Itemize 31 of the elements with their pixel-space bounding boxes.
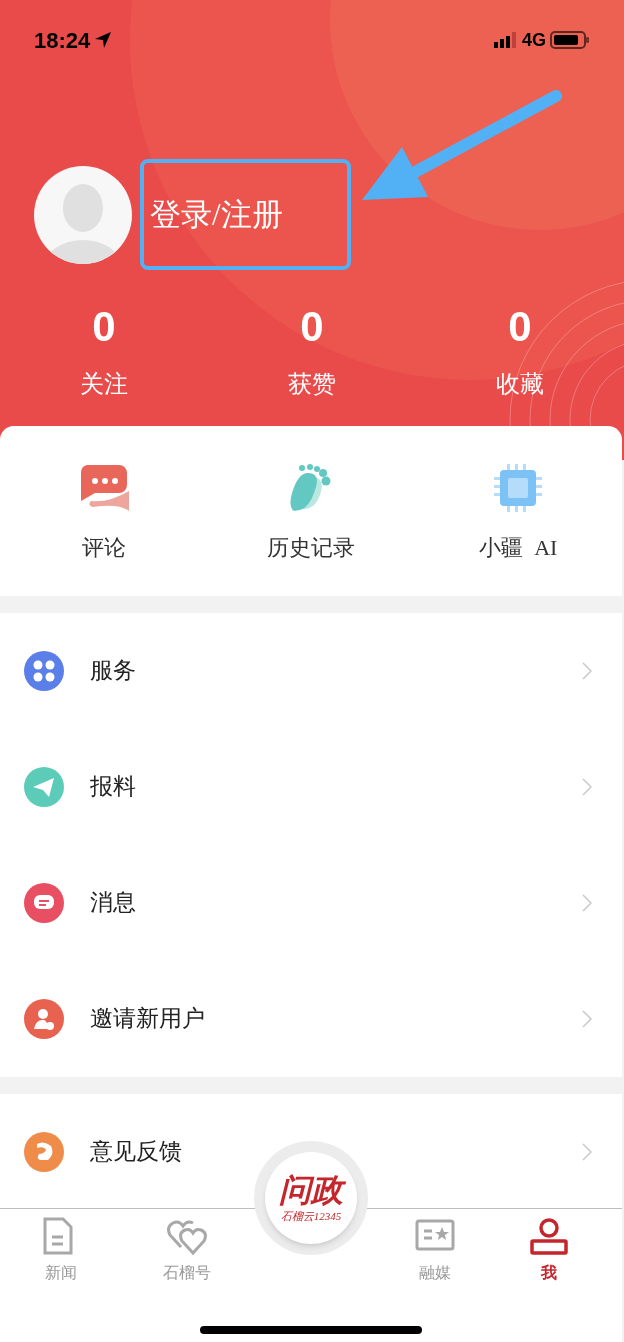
network-label: 4G	[522, 28, 546, 52]
chevron-icon	[582, 778, 592, 796]
shortcut-label[interactable]: 评论	[81, 530, 126, 564]
person-icon	[529, 1217, 569, 1257]
menu-item[interactable]: 报料	[90, 769, 582, 805]
menu-item[interactable]: 消息	[90, 885, 582, 921]
signal-icon	[494, 32, 518, 48]
chip-icon	[493, 462, 544, 513]
shortcut-label[interactable]: 小疆 AI	[479, 530, 558, 564]
login-register-link[interactable]: 登录/注册	[150, 195, 283, 235]
stat-count: 0	[92, 302, 116, 352]
status-time: 18:24	[34, 26, 91, 55]
chevron-icon	[582, 1143, 592, 1161]
center-logo-button[interactable]: 问政 石榴云12345	[265, 1152, 357, 1244]
stat-count: 0	[508, 302, 532, 352]
chevron-icon	[582, 662, 592, 680]
logo-subtitle: 石榴云12345	[280, 1208, 342, 1224]
stat-label[interactable]: 收藏	[496, 366, 544, 402]
shortcut-label[interactable]: 历史记录	[267, 530, 355, 564]
battery-icon	[550, 31, 590, 49]
stat-label[interactable]: 获赞	[288, 366, 336, 402]
tab[interactable]: 我	[522, 1217, 576, 1285]
chevron-icon	[582, 894, 592, 912]
menu-item[interactable]: 服务	[90, 653, 582, 689]
stat-label[interactable]: 关注	[80, 366, 128, 402]
chevron-icon	[582, 1010, 592, 1028]
hearts-icon	[167, 1217, 207, 1257]
location-icon	[94, 31, 113, 49]
stat-count: 0	[300, 302, 324, 352]
menu-item[interactable]: 邀请新用户	[90, 1001, 582, 1037]
chat-bubble-icon	[78, 462, 129, 513]
